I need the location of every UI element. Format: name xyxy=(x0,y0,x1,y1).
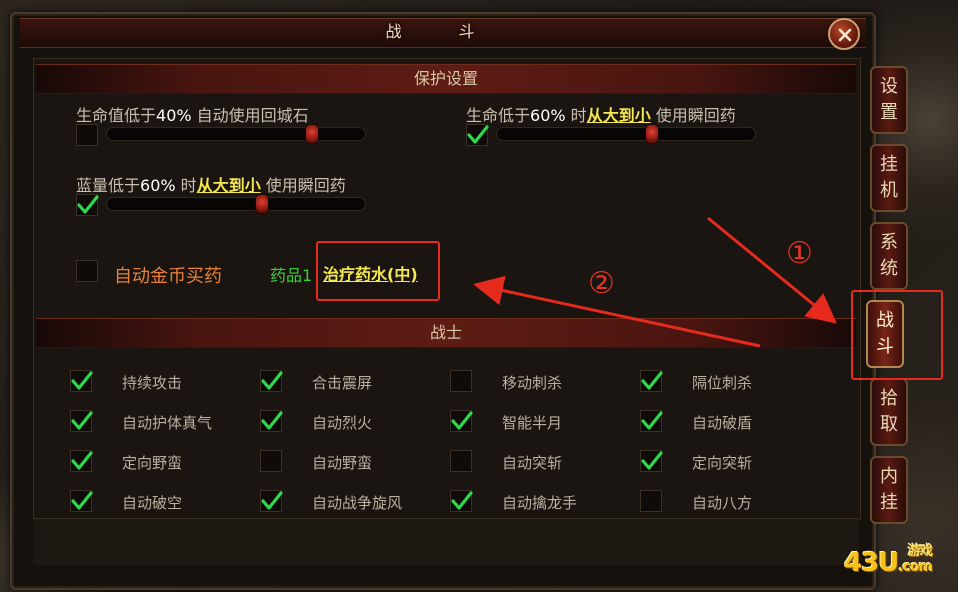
watermark-logo: 43U.com 游戏 xyxy=(844,544,933,578)
watermark-suffix: .com xyxy=(898,559,933,575)
arrow-to-medicine xyxy=(473,275,761,348)
annotation-arrows xyxy=(473,216,837,348)
annotation-number-one: ① xyxy=(786,236,813,271)
annotation-number-two: ② xyxy=(588,266,615,301)
watermark-text: 43U xyxy=(844,548,899,578)
watermark-small: 游戏 xyxy=(908,544,933,559)
